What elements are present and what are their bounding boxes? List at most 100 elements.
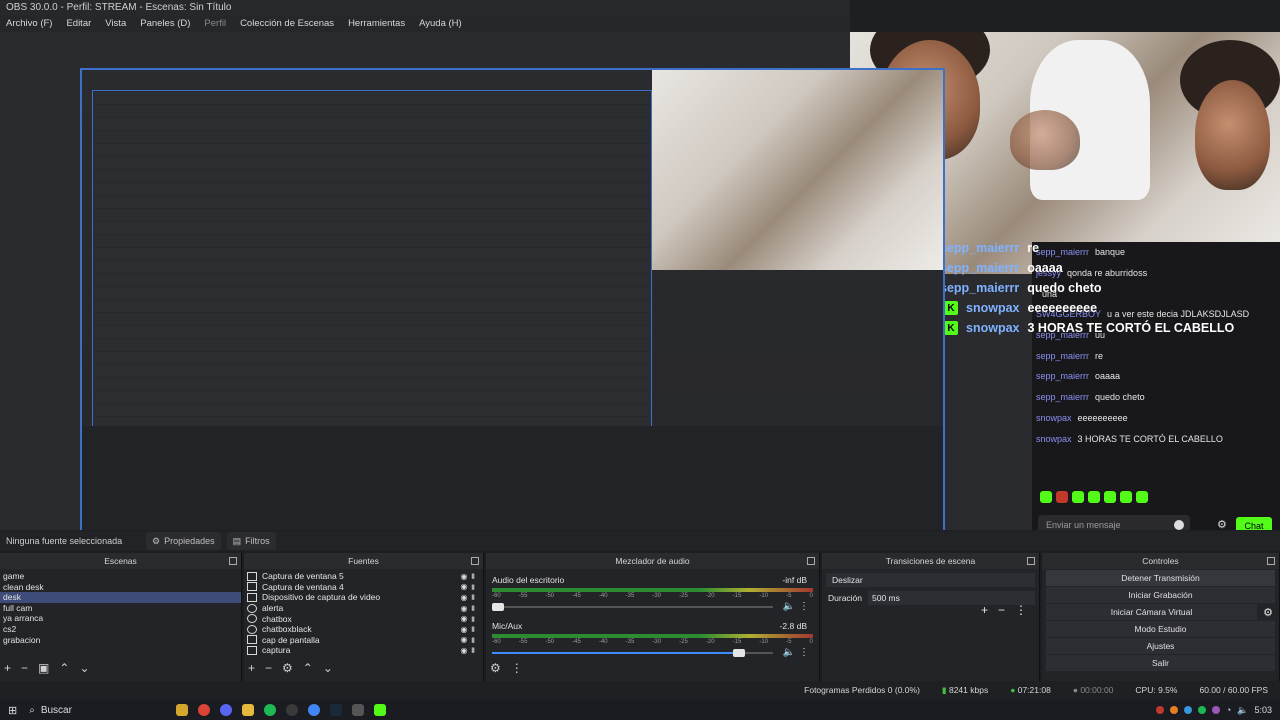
menu-perfil[interactable]: Perfil xyxy=(204,16,226,32)
lock-icon[interactable]: ▮ xyxy=(469,615,477,623)
chrome-icon[interactable] xyxy=(307,704,320,716)
down-icon[interactable]: ⌄ xyxy=(79,661,89,675)
menu-coleccion-escenas[interactable]: Colección de Escenas xyxy=(240,16,334,32)
chat-input[interactable]: Enviar un mensaje xyxy=(1038,515,1190,530)
emote-icon[interactable] xyxy=(1040,491,1052,503)
properties-button[interactable]: ⚙ Propiedades xyxy=(146,532,221,550)
down-icon[interactable]: ⌄ xyxy=(323,661,333,675)
emote-icon[interactable] xyxy=(1072,491,1084,503)
lock-icon[interactable]: ▮ xyxy=(469,572,477,580)
menu-archivo[interactable]: Archivo (F) xyxy=(6,16,52,32)
remove-icon[interactable]: − xyxy=(998,603,1005,617)
eye-icon[interactable]: ◉ xyxy=(459,635,469,644)
scene-item[interactable]: clean desk xyxy=(0,582,241,593)
scene-item[interactable]: cs2 xyxy=(0,624,241,635)
tray-icon[interactable] xyxy=(1155,706,1164,714)
source-item[interactable]: chatbox ◉ ▮ xyxy=(244,613,483,624)
more-icon[interactable]: ⋮ xyxy=(799,647,809,658)
folder-icon[interactable] xyxy=(241,704,254,716)
up-icon[interactable]: ⌃ xyxy=(303,661,313,675)
lock-icon[interactable]: ▮ xyxy=(469,636,477,644)
lock-icon[interactable]: ▮ xyxy=(469,625,477,633)
filter-icon[interactable]: ▣ xyxy=(38,661,49,675)
source-item[interactable]: cap de pantalla ◉ ▮ xyxy=(244,635,483,646)
more-icon[interactable]: ⋮ xyxy=(511,661,523,675)
emote-icon[interactable] xyxy=(1120,491,1132,503)
more-icon[interactable]: ⋮ xyxy=(799,601,809,612)
popout-icon[interactable] xyxy=(1267,557,1275,565)
volume-slider[interactable] xyxy=(492,649,773,657)
menu-herramientas[interactable]: Herramientas xyxy=(348,16,405,32)
taskbar-search[interactable]: Buscar xyxy=(41,705,171,716)
speaker-icon[interactable]: 🔈 xyxy=(783,647,795,658)
chrome-icon[interactable] xyxy=(197,704,210,716)
remove-icon[interactable]: − xyxy=(265,661,272,675)
eye-icon[interactable]: ◉ xyxy=(459,646,469,655)
steam-icon[interactable] xyxy=(329,704,342,716)
volume-slider[interactable] xyxy=(491,603,773,611)
start-recording-button[interactable]: Iniciar Grabación xyxy=(1046,587,1275,603)
eye-icon[interactable]: ◉ xyxy=(459,625,469,634)
emote-icon[interactable] xyxy=(1136,491,1148,503)
source-item[interactable]: alerta ◉ ▮ xyxy=(244,603,483,614)
app-icon[interactable] xyxy=(351,704,364,716)
menu-vista[interactable]: Vista xyxy=(105,16,126,32)
lock-icon[interactable]: ▮ xyxy=(469,646,477,654)
eye-icon[interactable]: ◉ xyxy=(459,614,469,623)
tray-icon[interactable] xyxy=(1169,706,1178,714)
eye-icon[interactable]: ◉ xyxy=(459,572,469,581)
scene-item[interactable]: full cam xyxy=(0,603,241,614)
filters-button[interactable]: ▤ Filtros xyxy=(226,532,276,550)
emote-icon[interactable] xyxy=(1104,491,1116,503)
gear-icon[interactable]: ⚙ xyxy=(490,661,501,675)
source-item[interactable]: chatboxblack ◉ ▮ xyxy=(244,624,483,635)
lock-icon[interactable]: ▮ xyxy=(469,583,477,591)
discord-icon[interactable] xyxy=(219,704,232,716)
scene-item-selected[interactable]: desk xyxy=(0,592,241,603)
add-icon[interactable]: + xyxy=(4,661,11,675)
menu-editar[interactable]: Editar xyxy=(66,16,91,32)
add-icon[interactable]: + xyxy=(248,661,255,675)
studio-mode-button[interactable]: Modo Estudio xyxy=(1046,621,1275,637)
eye-icon[interactable]: ◉ xyxy=(459,593,469,602)
program-preview[interactable]: sepp_maierrr banque jessyy qonda re aburri… xyxy=(0,32,1280,530)
clock[interactable]: 5:03 xyxy=(1254,705,1272,715)
virtual-camera-button[interactable]: Iniciar Cámara Virtual xyxy=(1046,604,1257,620)
tray-icon[interactable] xyxy=(1197,706,1206,714)
stop-stream-button[interactable]: Detener Transmisión xyxy=(1046,570,1275,586)
tray-icon[interactable] xyxy=(1211,706,1220,714)
source-item[interactable]: Captura de ventana 4 ◉ ▮ xyxy=(244,582,483,593)
chat-send-button[interactable]: Chat xyxy=(1236,517,1272,530)
copilot-icon[interactable] xyxy=(175,704,188,716)
up-icon[interactable]: ⌃ xyxy=(59,661,69,675)
speaker-icon[interactable]: 🔈 xyxy=(783,601,795,612)
menu-ayuda[interactable]: Ayuda (H) xyxy=(419,16,462,32)
popout-icon[interactable] xyxy=(229,557,237,565)
gear-icon[interactable]: ⚙ xyxy=(282,661,293,675)
lock-icon[interactable]: ▮ xyxy=(469,593,477,601)
eye-icon[interactable]: ◉ xyxy=(459,604,469,613)
windows-icon[interactable]: ⊞ xyxy=(8,704,17,717)
emoji-icon[interactable] xyxy=(1174,520,1184,530)
more-icon[interactable]: ⋮ xyxy=(1015,603,1027,617)
obs-icon[interactable] xyxy=(285,704,298,716)
transition-select[interactable]: Deslizar xyxy=(826,573,1035,587)
source-item[interactable]: Captura de ventana 5 ◉ ▮ xyxy=(244,571,483,582)
spotify-icon[interactable] xyxy=(263,704,276,716)
emote-icon[interactable] xyxy=(1056,491,1068,503)
scene-item[interactable]: game xyxy=(0,571,241,582)
source-item[interactable]: captura ◉ ▮ xyxy=(244,645,483,656)
wifi-icon[interactable]: ◔ xyxy=(1226,705,1231,715)
add-icon[interactable]: + xyxy=(981,603,988,617)
source-item[interactable]: Dispositivo de captura de video ◉ ▮ xyxy=(244,592,483,603)
scene-item[interactable]: ya arranca xyxy=(0,613,241,624)
emote-icon[interactable] xyxy=(1088,491,1100,503)
popout-icon[interactable] xyxy=(807,557,815,565)
eye-icon[interactable]: ◉ xyxy=(459,582,469,591)
lock-icon[interactable]: ▮ xyxy=(469,604,477,612)
settings-button[interactable]: Ajustes xyxy=(1046,638,1275,654)
popout-icon[interactable] xyxy=(471,557,479,565)
remove-icon[interactable]: − xyxy=(21,661,28,675)
gear-icon[interactable]: ⚙ xyxy=(1263,606,1273,619)
search-icon[interactable]: ⌕ xyxy=(29,705,35,716)
